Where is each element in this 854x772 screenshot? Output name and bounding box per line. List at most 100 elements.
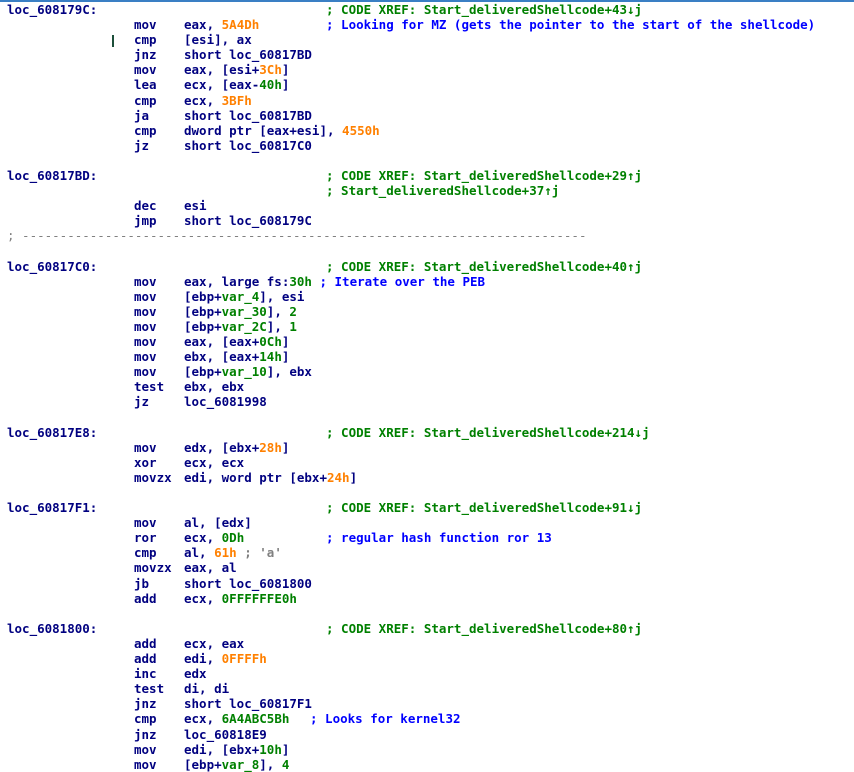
operand-token[interactable]: ebx, [eax+ [184, 349, 259, 364]
instruction-operands[interactable]: al, [edx] [184, 515, 252, 530]
code-line[interactable]: mov [ebp+var_2C], 1 [0, 319, 854, 334]
instruction-mnemonic[interactable]: jmp [134, 213, 157, 228]
instruction-mnemonic[interactable]: mov [134, 17, 157, 32]
operand-token[interactable]: ], [259, 757, 282, 772]
operand-token[interactable]: var_4 [222, 289, 260, 304]
operand-token[interactable]: ecx, [184, 93, 222, 108]
instruction-mnemonic[interactable]: cmp [134, 711, 157, 726]
instruction-operands[interactable]: di, di [184, 681, 229, 696]
instruction-operands[interactable]: loc_6081998 [184, 394, 267, 409]
operand-token[interactable]: ], esi [259, 289, 304, 304]
code-line[interactable]: mov eax, [esi+3Ch] [0, 62, 854, 77]
code-line[interactable]: dec esi [0, 198, 854, 213]
operand-token[interactable]: al, [184, 545, 214, 560]
operand-token[interactable]: edx [184, 666, 207, 681]
code-line[interactable]: cmp al, 61h ; 'a' [0, 545, 854, 560]
code-line[interactable]: mov ebx, [eax+14h] [0, 349, 854, 364]
operand-token[interactable]: [ebp+ [184, 757, 222, 772]
instruction-operands[interactable]: dword ptr [eax+esi], 4550h [184, 123, 380, 138]
code-line[interactable]: loc_60817C0: ; CODE XREF: Start_delivered… [0, 259, 854, 274]
code-line[interactable]: mov al, [edx] [0, 515, 854, 530]
operand-token[interactable]: 1 [289, 319, 297, 334]
instruction-operands[interactable]: short loc_60817C0 [184, 138, 312, 153]
instruction-operands[interactable]: ecx, 0FFFFFFE0h [184, 591, 297, 606]
code-line[interactable]: ja short loc_60817BD [0, 108, 854, 123]
operand-token[interactable]: 0FFFFFFE0h [222, 591, 297, 606]
operand-token[interactable]: ], [267, 304, 290, 319]
code-line[interactable]: test di, di [0, 681, 854, 696]
operand-token[interactable]: 2 [289, 304, 297, 319]
code-line[interactable]: cmp ecx, 3BFh [0, 93, 854, 108]
instruction-operands[interactable]: ecx, 0Dh [184, 530, 244, 545]
instruction-mnemonic[interactable]: jnz [134, 727, 157, 742]
instruction-mnemonic[interactable]: lea [134, 77, 157, 92]
operand-token[interactable]: ecx, [eax- [184, 77, 259, 92]
instruction-mnemonic[interactable]: mov [134, 757, 157, 772]
instruction-operands[interactable]: short loc_60817F1 [184, 696, 312, 711]
code-line[interactable]: cmp dword ptr [eax+esi], 4550h [0, 123, 854, 138]
code-line[interactable]: loc_60817E8: ; CODE XREF: Start_delivered… [0, 425, 854, 440]
code-line[interactable]: inc edx [0, 666, 854, 681]
operand-token[interactable]: loc_60818E9 [184, 727, 267, 742]
operand-token[interactable]: [ebp+ [184, 304, 222, 319]
instruction-mnemonic[interactable]: ja [134, 108, 149, 123]
code-line[interactable]: jnz short loc_60817BD [0, 47, 854, 62]
operand-token[interactable]: ], ebx [267, 364, 312, 379]
operand-token[interactable]: ] [282, 742, 290, 757]
code-line[interactable]: jnz loc_60818E9 [0, 727, 854, 742]
operand-token[interactable]: short [184, 47, 229, 62]
operand-token[interactable]: 10h [259, 742, 282, 757]
code-line[interactable]: loc_60817BD: ; CODE XREF: Start_delivered… [0, 168, 854, 183]
operand-token[interactable]: 14h [259, 349, 282, 364]
operand-token[interactable]: ecx, [184, 711, 222, 726]
code-label[interactable]: loc_60817E8: [7, 425, 97, 440]
operand-token[interactable]: al, [edx] [184, 515, 252, 530]
instruction-mnemonic[interactable]: jnz [134, 47, 157, 62]
operand-token[interactable]: ecx, [184, 591, 222, 606]
operand-token[interactable]: edx, [ebx+ [184, 440, 259, 455]
code-line[interactable]: test ebx, ebx [0, 379, 854, 394]
code-line[interactable]: ; Start_deliveredShellcode+37↑j [0, 183, 854, 198]
code-line[interactable]: cmp ecx, 6A4ABC5Bh ; Looks for kernel32 [0, 711, 854, 726]
operand-token[interactable]: ] [350, 470, 358, 485]
instruction-operands[interactable]: short loc_6081800 [184, 576, 312, 591]
code-line[interactable]: cmp [esi], ax [0, 32, 854, 48]
instruction-operands[interactable]: edi, [ebx+10h] [184, 742, 289, 757]
code-line[interactable]: mov [ebp+var_4], esi [0, 289, 854, 304]
operand-token[interactable]: ebx, ebx [184, 379, 244, 394]
operand-token[interactable]: edi, [ebx+ [184, 742, 259, 757]
operand-token[interactable]: 5A4Dh [222, 17, 260, 32]
instruction-mnemonic[interactable]: mov [134, 364, 157, 379]
instruction-mnemonic[interactable]: movzx [134, 560, 172, 575]
instruction-mnemonic[interactable]: mov [134, 274, 157, 289]
instruction-operands[interactable]: ecx, [eax-40h] [184, 77, 289, 92]
code-line[interactable]: mov eax, [eax+0Ch] [0, 334, 854, 349]
operand-token[interactable]: ecx, eax [184, 636, 244, 651]
instruction-operands[interactable]: edi, word ptr [ebx+24h] [184, 470, 357, 485]
instruction-operands[interactable]: [ebp+var_10], ebx [184, 364, 312, 379]
code-line[interactable]: loc_608179C: ; CODE XREF: Start_delivered… [0, 2, 854, 17]
operand-token[interactable]: dword ptr [eax+esi], [184, 123, 342, 138]
instruction-operands[interactable]: [ebp+var_2C], 1 [184, 319, 297, 334]
instruction-mnemonic[interactable]: test [134, 379, 164, 394]
operand-token[interactable]: short [184, 213, 229, 228]
instruction-operands[interactable]: [esi], ax [184, 32, 252, 47]
operand-token[interactable]: 40h [259, 77, 282, 92]
operand-token[interactable]: 61h [214, 545, 237, 560]
instruction-operands[interactable]: ecx, ecx [184, 455, 244, 470]
code-line[interactable]: mov eax, large fs:30h ; Iterate over the … [0, 274, 854, 289]
instruction-operands[interactable]: al, 61h ; 'a' [184, 545, 282, 560]
operand-token[interactable]: 28h [259, 440, 282, 455]
code-line[interactable]: jz loc_6081998 [0, 394, 854, 409]
code-line[interactable]: add edi, 0FFFFh [0, 651, 854, 666]
instruction-mnemonic[interactable]: cmp [134, 93, 157, 108]
instruction-mnemonic[interactable]: movzx [134, 470, 172, 485]
code-label[interactable]: loc_60817F1: [7, 500, 97, 515]
code-label[interactable]: loc_608179C: [7, 2, 97, 17]
operand-token[interactable]: eax, [184, 17, 222, 32]
operand-token[interactable]: 30h [289, 274, 312, 289]
code-line[interactable]: jb short loc_6081800 [0, 576, 854, 591]
operand-token[interactable]: ] [282, 77, 290, 92]
operand-token[interactable]: [esi], ax [184, 32, 252, 47]
operand-token[interactable]: [ebp+ [184, 289, 222, 304]
